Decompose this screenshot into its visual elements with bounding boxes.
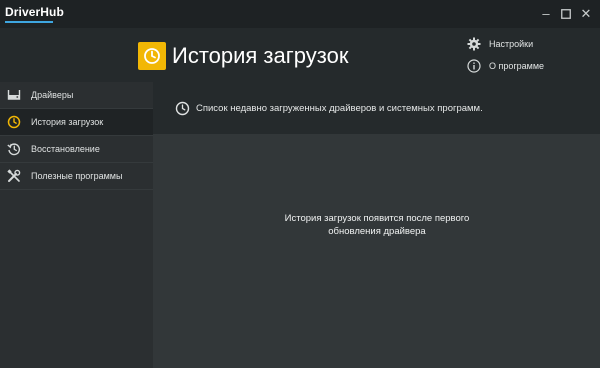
empty-state-message: История загрузок появится после первого …: [253, 212, 501, 238]
maximize-button[interactable]: [558, 6, 574, 22]
about-link[interactable]: О программе: [466, 57, 544, 75]
sidebar-item-label: История загрузок: [31, 117, 104, 127]
settings-label: Настройки: [489, 39, 534, 49]
app-brand: DriverHub: [5, 5, 64, 19]
restore-icon: [6, 141, 22, 157]
sidebar-item-label: Восстановление: [31, 144, 100, 154]
info-row: Список недавно загруженных драйверов и с…: [174, 99, 483, 117]
settings-link[interactable]: Настройки: [466, 35, 533, 53]
sidebar-item-label: Драйверы: [31, 90, 74, 100]
tools-icon: [6, 168, 22, 184]
brand-underline: [5, 21, 53, 23]
maximize-icon: [561, 9, 571, 19]
title-bar: [0, 0, 600, 28]
empty-state-line-1: История загрузок появится после первого: [284, 213, 470, 224]
drive-icon: [6, 87, 22, 103]
close-button[interactable]: ✕: [578, 6, 594, 22]
empty-state-line-2: обновления драйвера: [328, 226, 426, 237]
minimize-button[interactable]: –: [538, 6, 554, 22]
gear-icon: [466, 36, 482, 52]
info-icon: [466, 58, 482, 74]
clock-icon: [6, 114, 22, 130]
sidebar-item-drivers[interactable]: Драйверы: [0, 82, 153, 109]
history-badge: [138, 42, 166, 70]
page-title: История загрузок: [172, 43, 349, 68]
sidebar-item-tools[interactable]: Полезные программы: [0, 163, 153, 190]
about-label: О программе: [489, 61, 545, 71]
sidebar-item-restore[interactable]: Восстановление: [0, 136, 153, 163]
clock-icon: [174, 100, 190, 116]
sidebar-item-history[interactable]: История загрузок: [0, 109, 153, 136]
info-text: Список недавно загруженных драйверов и с…: [196, 102, 483, 114]
sidebar-item-label: Полезные программы: [31, 171, 123, 181]
clock-icon: [144, 48, 160, 64]
